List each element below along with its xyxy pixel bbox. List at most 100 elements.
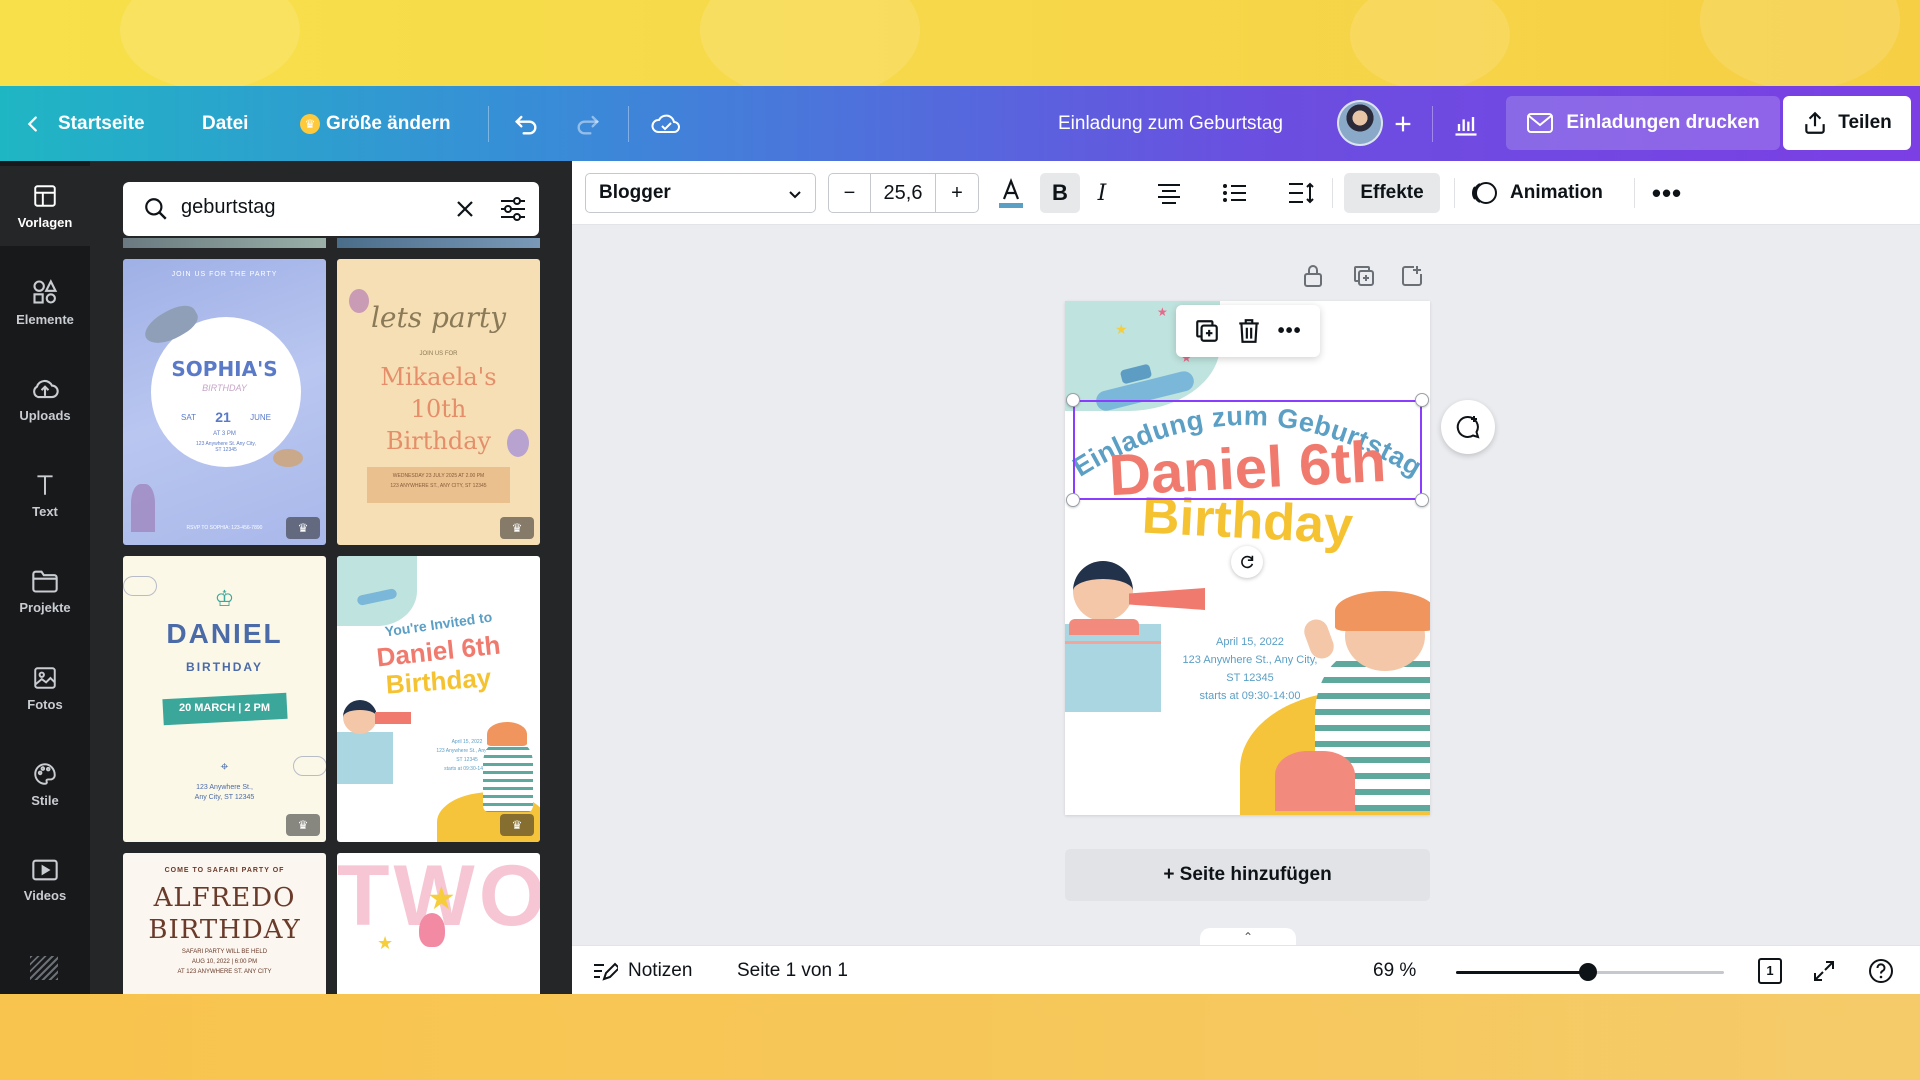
template-date-row: SAT 21 JUNE (181, 409, 271, 425)
page-indicator: Seite 1 von 1 (737, 959, 848, 981)
video-icon (32, 859, 58, 880)
duplicate-page-icon[interactable] (1352, 264, 1376, 293)
rail-item-photos[interactable]: Fotos (0, 648, 90, 728)
template-thumbnail-sophia[interactable]: JOIN US FOR THE PARTY SOPHIA'S BIRTHDAY … (123, 259, 326, 545)
box-illustration (337, 732, 393, 784)
template-text: AT 3 PM (213, 431, 236, 437)
rail-item-templates[interactable]: Vorlagen (0, 166, 90, 246)
resize-handle[interactable] (1415, 493, 1429, 507)
crown-icon: ♛ (511, 521, 523, 535)
file-menu[interactable]: Datei (202, 86, 248, 161)
animation-button[interactable]: Animation (1470, 173, 1603, 213)
share-button[interactable]: Teilen (1783, 96, 1911, 150)
filter-icon[interactable] (499, 196, 527, 222)
template-text: 10th (410, 395, 467, 423)
template-thumbnail-mikaela[interactable]: lets party JOIN US FOR Mikaela's 10th Bi… (337, 259, 540, 545)
italic-button[interactable]: I (1090, 173, 1114, 213)
template-text: lets party (370, 301, 507, 334)
text-color-button[interactable] (996, 173, 1026, 213)
template-search-bar[interactable]: geburtstag (123, 182, 539, 236)
duplicate-icon[interactable] (1194, 318, 1220, 344)
bar-chart-icon (1455, 116, 1477, 136)
rail-item-styles[interactable]: Stile (0, 744, 90, 824)
bold-button[interactable]: B (1040, 173, 1080, 213)
chevron-down-icon (789, 191, 801, 199)
template-text: SAFARI PARTY WILL BE HELD (181, 949, 268, 955)
share-upload-icon (1805, 111, 1825, 134)
fullscreen-button[interactable] (1812, 946, 1836, 995)
rail-label: Stile (31, 792, 59, 808)
element-context-toolbar: ••• (1176, 305, 1320, 357)
rail-label: Vorlagen (17, 214, 73, 230)
add-comment-button[interactable] (1441, 400, 1495, 454)
cloud-save-status[interactable] (650, 86, 682, 161)
telescope-illustration (1129, 588, 1205, 610)
template-thumbnail-daniel[interactable]: ♔ DANIEL BIRTHDAY 20 MARCH | 2 PM ⌖ 123 … (123, 556, 326, 842)
rail-item-uploads[interactable]: Uploads (0, 359, 90, 439)
insights-button[interactable] (1452, 86, 1480, 161)
box-illustration (1065, 624, 1161, 712)
add-page-button[interactable]: + Seite hinzufügen (1065, 849, 1430, 901)
turtle-illustration (273, 449, 303, 467)
back-button[interactable]: Startseite (22, 86, 145, 161)
zoom-slider-knob[interactable] (1579, 963, 1597, 981)
bottom-bar: Notizen Seite 1 von 1 69 % 1 (572, 945, 1920, 994)
increase-font-size-button[interactable]: + (936, 174, 978, 212)
template-text: JOIN US FOR (419, 351, 458, 357)
effects-button[interactable]: Effekte (1344, 173, 1440, 213)
template-text: 123 ANYWHERE ST., ANY CITY, ST 12345 (390, 483, 487, 489)
flamingo-illustration (419, 913, 445, 947)
crown-icon: ♛ (511, 818, 523, 832)
avatar[interactable] (1337, 100, 1383, 146)
help-button[interactable] (1868, 946, 1894, 995)
template-thumbnail-two[interactable]: TWO ★ ★ (337, 853, 540, 994)
template-thumbnail-daniel-6th[interactable]: You're Invited to Daniel 6th Birthday Ap… (337, 556, 540, 842)
bullet-list-button[interactable] (1220, 173, 1250, 213)
zoom-percentage[interactable]: 69 % (1373, 946, 1416, 995)
spacing-button[interactable] (1286, 173, 1316, 213)
print-label: Einladungen drucken (1566, 112, 1760, 133)
notes-button[interactable]: Notizen (592, 946, 692, 995)
rotate-handle[interactable] (1231, 546, 1263, 578)
premium-badge: ♛ (286, 814, 320, 836)
resize-handle[interactable] (1066, 493, 1080, 507)
invite-collaborator-button[interactable] (1392, 86, 1414, 161)
template-text: JUNE (250, 412, 271, 422)
more-options-icon[interactable]: ••• (1652, 173, 1682, 213)
resize-button[interactable]: ♛ Größe ändern (300, 86, 451, 161)
align-center-button[interactable] (1154, 173, 1184, 213)
rail-item-videos[interactable]: Videos (0, 840, 90, 920)
child-shirt (1069, 619, 1139, 635)
rail-item-text[interactable]: Text (0, 455, 90, 535)
more-apps-icon[interactable] (30, 956, 58, 980)
upload-icon (33, 379, 59, 398)
trash-icon[interactable] (1237, 318, 1261, 344)
font-size-input[interactable]: 25,6 (871, 174, 936, 212)
page-count-button[interactable]: 1 (1758, 946, 1782, 995)
resize-handle[interactable] (1066, 393, 1080, 407)
document-title[interactable]: Einladung zum Geburtstag (1058, 86, 1283, 161)
rail-item-projects[interactable]: Projekte (0, 551, 90, 631)
print-invitations-button[interactable]: Einladungen drucken (1506, 96, 1780, 150)
undo-button[interactable] (512, 86, 540, 161)
notes-label: Notizen (628, 959, 693, 981)
more-icon[interactable]: ••• (1278, 320, 1302, 343)
box-stripe (1065, 641, 1161, 644)
font-family-dropdown[interactable]: Blogger (585, 173, 816, 213)
lock-icon[interactable] (1302, 264, 1324, 293)
resize-handle[interactable] (1415, 393, 1429, 407)
envelope-icon (1527, 113, 1554, 133)
add-page-icon[interactable] (1400, 264, 1424, 293)
child-with-telescope (1073, 561, 1133, 621)
clear-icon[interactable] (453, 197, 477, 221)
search-input[interactable]: geburtstag (181, 196, 276, 219)
text-icon (37, 474, 53, 495)
template-text: BIRTHDAY (148, 915, 301, 945)
background-top-band (0, 0, 1920, 86)
template-thumbnail-alfredo[interactable]: COME TO SAFARI PARTY OF ALFREDO BIRTHDAY… (123, 853, 326, 994)
show-pages-handle[interactable]: ⌃ (1200, 928, 1296, 946)
rail-item-elements[interactable]: Elemente (0, 262, 90, 342)
decrease-font-size-button[interactable]: − (829, 174, 871, 212)
divider (1454, 178, 1455, 208)
redo-button[interactable] (574, 86, 602, 161)
